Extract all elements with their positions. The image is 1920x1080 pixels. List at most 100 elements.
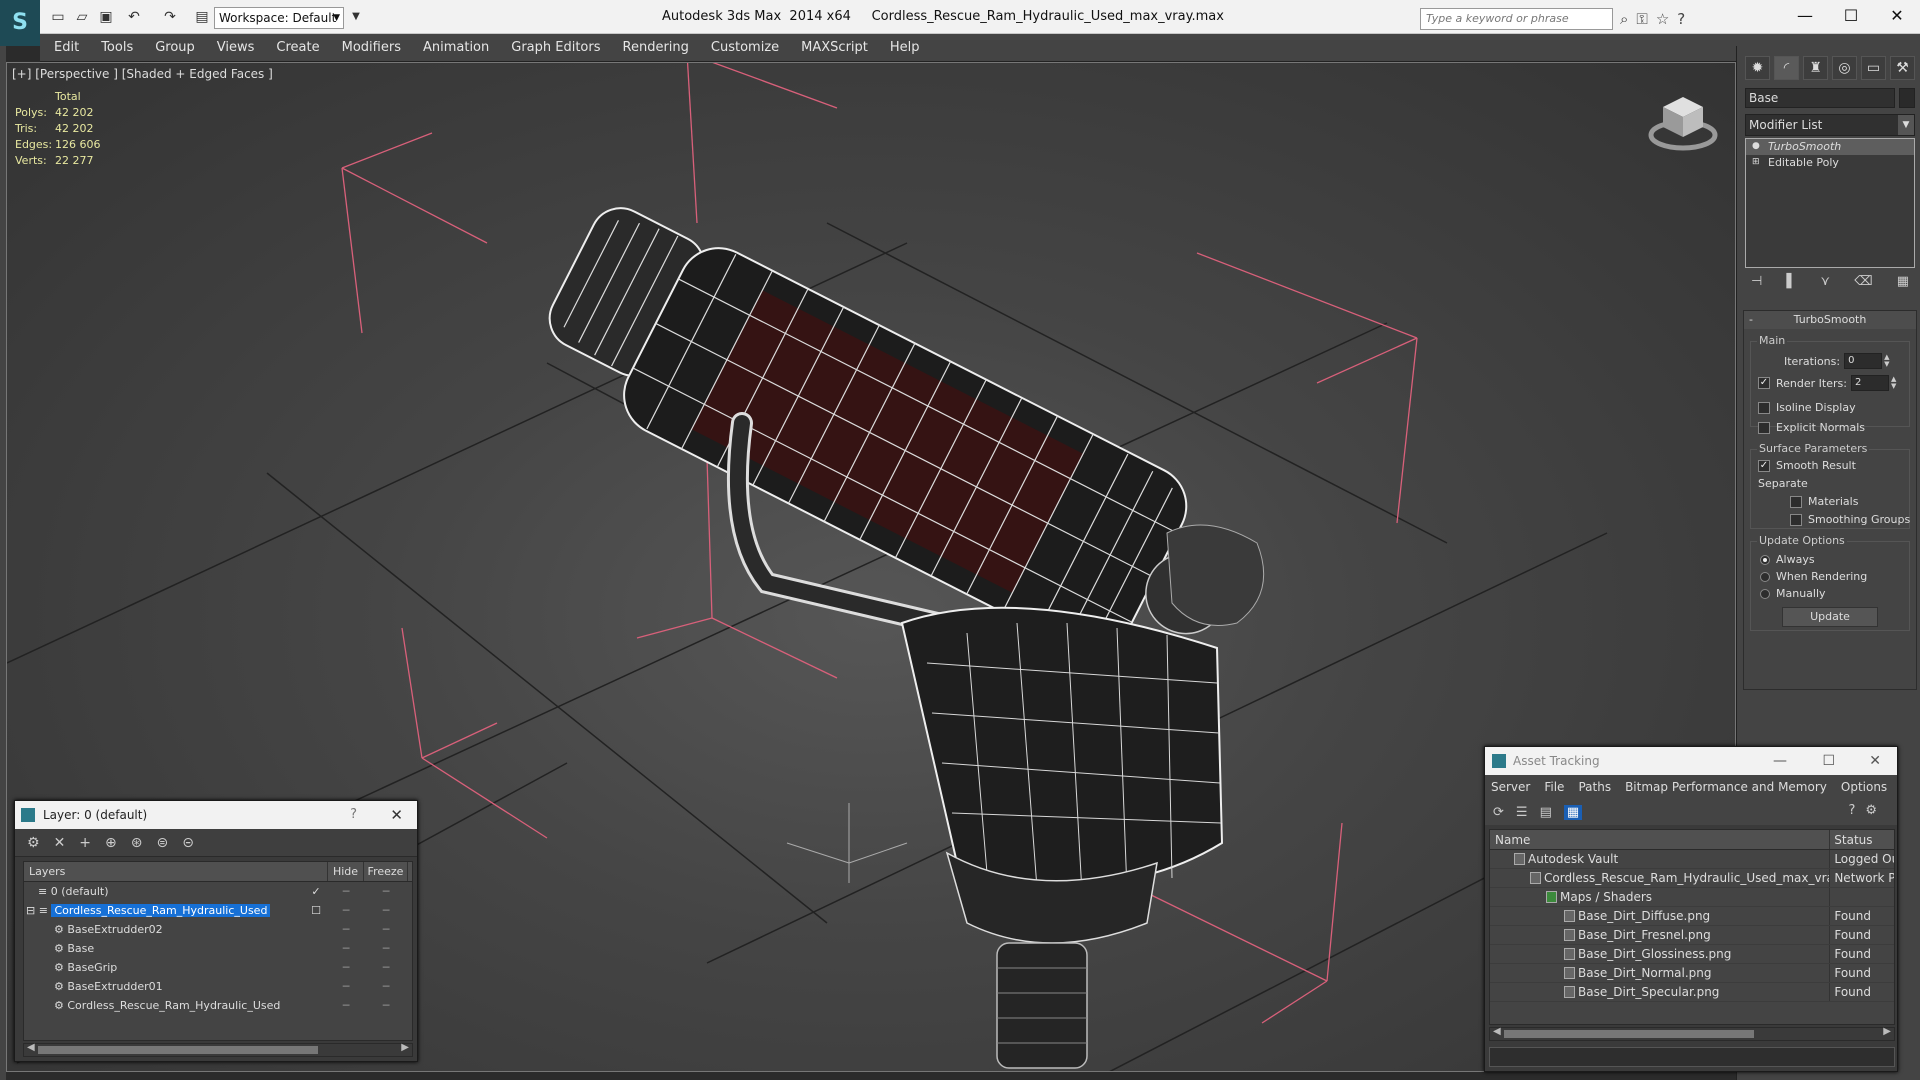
menu-views[interactable]: Views	[217, 40, 255, 55]
scroll-left-icon[interactable]: ◀	[1493, 1026, 1501, 1037]
save-icon[interactable]: ▣	[96, 7, 116, 27]
viewport-label[interactable]: [+] [Perspective ] [Shaded + Edged Faces…	[12, 67, 273, 81]
asset-row[interactable]: Base_Dirt_Glossiness.png Found	[1490, 945, 1894, 964]
column-layers[interactable]: Layers	[24, 862, 328, 881]
make-unique-icon[interactable]: ⋎	[1821, 274, 1831, 294]
smoothing-groups-checkbox[interactable]	[1790, 513, 1802, 526]
project-folder-icon[interactable]: ▤	[192, 7, 212, 27]
app-logo-button[interactable]: S	[0, 0, 40, 46]
help-icon[interactable]: ?	[350, 801, 357, 829]
hierarchy-tab-icon[interactable]: ♜	[1803, 56, 1828, 80]
manually-radio[interactable]	[1760, 588, 1770, 599]
close-icon[interactable]: ✕	[1869, 747, 1881, 775]
menu-server[interactable]: Server	[1491, 780, 1530, 794]
menu-create[interactable]: Create	[276, 40, 319, 55]
scroll-left-icon[interactable]: ◀	[27, 1042, 35, 1053]
layer-object-row[interactable]: ⚙ BaseGrip ─ ─	[24, 958, 412, 977]
asset-window-titlebar[interactable]: Asset Tracking — ☐ ✕	[1485, 747, 1897, 775]
menu-edit[interactable]: Edit	[54, 40, 79, 55]
refresh-icon[interactable]: ⟳	[1493, 805, 1504, 820]
create-tab-icon[interactable]: ✹	[1745, 56, 1770, 80]
add-to-layer-icon[interactable]: ⊕	[105, 835, 117, 851]
object-color-swatch[interactable]	[1899, 88, 1915, 108]
collapse-icon[interactable]: ⊟	[26, 904, 39, 917]
asset-row[interactable]: Base_Dirt_Normal.png Found	[1490, 964, 1894, 983]
hide-toggle[interactable]: ─	[328, 882, 364, 901]
motion-tab-icon[interactable]: ◎	[1832, 56, 1857, 80]
menu-rendering[interactable]: Rendering	[623, 40, 689, 55]
menu-graph-editors[interactable]: Graph Editors	[511, 40, 600, 55]
search-input[interactable]: Type a keyword or phrase	[1420, 8, 1613, 30]
spinner-arrows-icon[interactable]: ▲ ▼	[1884, 354, 1889, 368]
column-freeze[interactable]: Freeze	[364, 862, 408, 881]
utilities-tab-icon[interactable]: ⚒	[1890, 56, 1915, 80]
new-file-icon[interactable]: ▭	[48, 7, 68, 27]
hide-toggle[interactable]: ─	[328, 920, 364, 939]
asset-row[interactable]: Base_Dirt_Specular.png Found	[1490, 983, 1894, 1002]
asset-row[interactable]: Autodesk Vault Logged Ou	[1490, 850, 1894, 869]
table-view-icon[interactable]: ▦	[1563, 804, 1583, 820]
layer-row[interactable]: ⊟ ≡ Cordless_Rescue_Ram_Hydraulic_Used ☐…	[24, 901, 412, 920]
maximize-button[interactable]: ☐	[1828, 4, 1874, 28]
render-iters-checkbox[interactable]: ✓	[1758, 377, 1770, 389]
isoline-checkbox[interactable]	[1758, 401, 1770, 414]
menu-maxscript[interactable]: MAXScript	[801, 40, 868, 55]
column-name[interactable]: Name	[1490, 830, 1831, 849]
menu-tools[interactable]: Tools	[101, 40, 133, 55]
current-layer-check[interactable]: ☐	[304, 901, 328, 920]
freeze-toggle[interactable]: ─	[364, 977, 408, 996]
stack-item-turbosmooth[interactable]: ● TurboSmooth	[1746, 139, 1914, 155]
layer-object-row[interactable]: ⚙ Cordless_Rescue_Ram_Hydraulic_Used ─ ─	[24, 996, 412, 1015]
hide-toggle[interactable]: ─	[328, 996, 364, 1015]
select-in-layer-icon[interactable]: ⊛	[131, 835, 143, 851]
open-file-icon[interactable]: ▱	[72, 7, 92, 27]
layer-window-titlebar[interactable]: Layer: 0 (default) ? ✕	[15, 801, 417, 829]
highlight-layer-icon[interactable]: ⊜	[157, 835, 169, 851]
materials-checkbox[interactable]	[1790, 495, 1802, 508]
pin-stack-icon[interactable]: ⊣	[1751, 274, 1762, 294]
lightbulb-icon[interactable]: ●	[1752, 141, 1762, 151]
modifier-list-dropdown[interactable]: Modifier List ▼	[1745, 114, 1915, 136]
settings-icon[interactable]: ⚙	[1865, 803, 1887, 818]
layer-object-row[interactable]: ⚙ BaseExtrudder01 ─ ─	[24, 977, 412, 996]
menu-customize[interactable]: Customize	[711, 40, 779, 55]
layer-settings-icon[interactable]: ⚙	[27, 835, 40, 851]
layer-object-row[interactable]: ⚙ Base ─ ─	[24, 939, 412, 958]
explicit-normals-checkbox[interactable]	[1758, 421, 1770, 434]
iterations-spinner[interactable]: 0	[1844, 353, 1883, 369]
infocenter-icons[interactable]: ⌕⚿☆?	[1620, 8, 1750, 30]
delete-layer-icon[interactable]: ✕	[54, 835, 66, 851]
minimize-button[interactable]: —	[1782, 4, 1828, 28]
scroll-thumb[interactable]	[1504, 1030, 1754, 1038]
thumbnail-view-icon[interactable]: ▤	[1540, 805, 1552, 820]
menu-file[interactable]: File	[1544, 780, 1564, 794]
render-iters-spinner[interactable]: 2	[1850, 375, 1889, 391]
configure-sets-icon[interactable]: ▦	[1897, 274, 1909, 294]
workspace-dropdown[interactable]: Workspace: Default ▼	[214, 7, 344, 29]
help-icon[interactable]: ?	[1848, 803, 1865, 818]
menu-animation[interactable]: Animation	[423, 40, 489, 55]
scroll-right-icon[interactable]: ▶	[1883, 1026, 1891, 1037]
hide-toggle[interactable]: ─	[328, 977, 364, 996]
remove-modifier-icon[interactable]: ⌫	[1854, 274, 1872, 294]
asset-horizontal-scrollbar[interactable]: ◀ ▶	[1489, 1026, 1895, 1041]
modifier-stack[interactable]: ● TurboSmooth ⊞ Editable Poly	[1745, 138, 1915, 268]
scroll-right-icon[interactable]: ▶	[401, 1042, 409, 1053]
freeze-toggle[interactable]: ─	[364, 901, 408, 920]
always-radio[interactable]	[1760, 554, 1770, 565]
asset-row[interactable]: Cordless_Rescue_Ram_Hydraulic_Used_max_v…	[1490, 869, 1894, 888]
show-end-result-icon[interactable]: ▌	[1786, 274, 1796, 294]
layer-object-row[interactable]: ⚙ BaseExtrudder02 ─ ─	[24, 920, 412, 939]
when-rendering-radio[interactable]	[1760, 571, 1770, 582]
stack-item-editable-poly[interactable]: ⊞ Editable Poly	[1746, 155, 1914, 171]
update-button[interactable]: Update	[1782, 607, 1878, 627]
scroll-thumb[interactable]	[38, 1046, 318, 1054]
asset-path-field[interactable]	[1489, 1047, 1895, 1067]
close-button[interactable]: ✕	[1874, 4, 1920, 28]
menu-group[interactable]: Group	[155, 40, 195, 55]
freeze-toggle[interactable]: ─	[364, 920, 408, 939]
current-layer-check[interactable]: ✓	[304, 882, 328, 901]
hide-toggle[interactable]: ─	[328, 901, 364, 920]
expand-plus-icon[interactable]: ⊞	[1752, 157, 1762, 167]
asset-row[interactable]: Maps / Shaders	[1490, 888, 1894, 907]
